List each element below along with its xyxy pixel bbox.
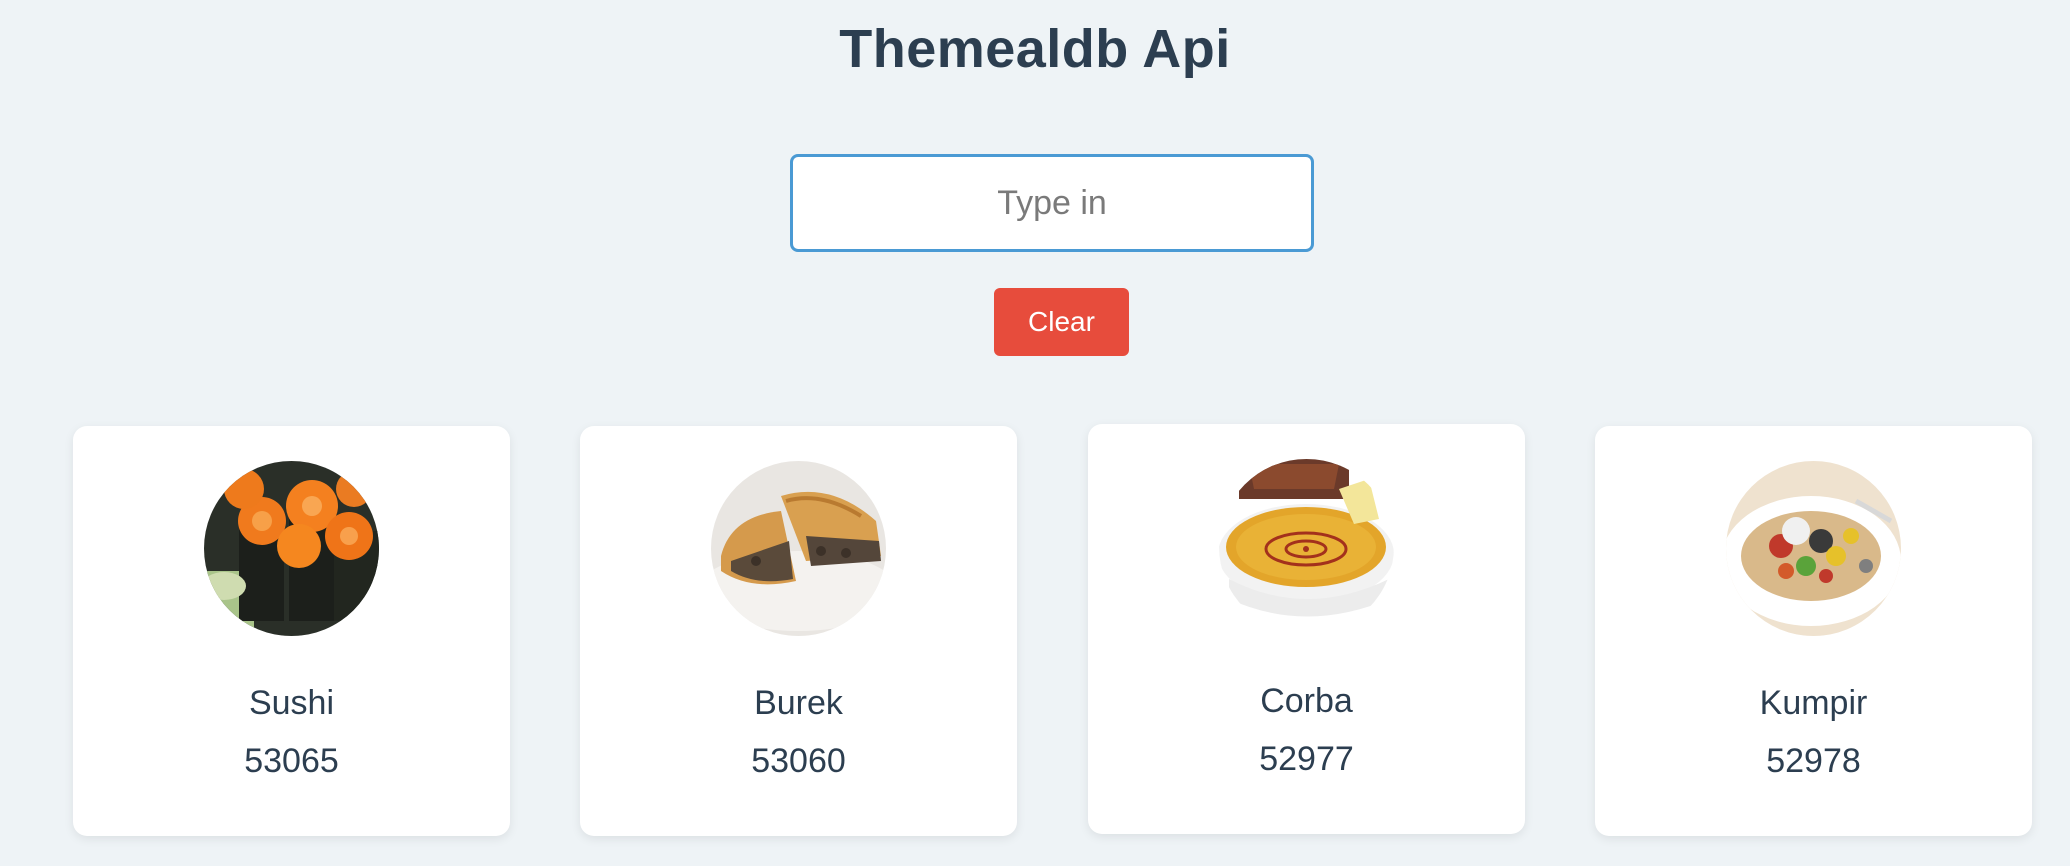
meal-image-corba (1219, 459, 1394, 634)
meal-id: 53065 (244, 742, 339, 780)
meal-name: Burek (754, 684, 843, 722)
meal-name: Kumpir (1759, 684, 1868, 722)
meal-id: 53060 (751, 742, 846, 780)
meal-card-burek[interactable]: Burek 53060 (580, 426, 1017, 836)
meal-id: 52977 (1259, 740, 1354, 778)
meal-name: Sushi (248, 684, 335, 722)
clear-button[interactable]: Clear (994, 288, 1129, 356)
search-input[interactable] (790, 154, 1314, 252)
page-title: Themealdb Api (839, 19, 1231, 79)
meal-id: 52978 (1766, 742, 1861, 780)
meal-image-sushi (204, 461, 379, 636)
meal-image-burek (711, 461, 886, 636)
meal-name: Corba (1260, 682, 1353, 720)
meal-image-kumpir (1726, 461, 1901, 636)
meal-card-sushi[interactable]: Sushi 53065 (73, 426, 510, 836)
meal-card-kumpir[interactable]: Kumpir 52978 (1595, 426, 2032, 836)
meal-card-corba[interactable]: Corba 52977 (1088, 424, 1525, 834)
